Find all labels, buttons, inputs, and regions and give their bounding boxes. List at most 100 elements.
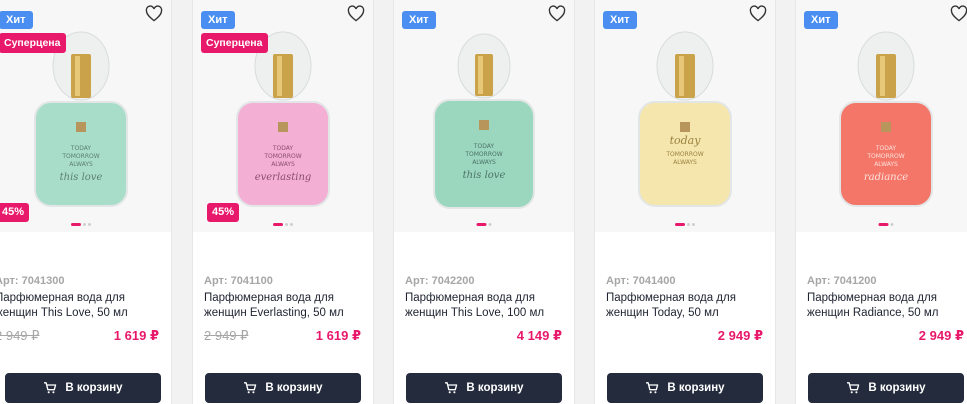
product-image-area[interactable]: Хит Суперцена TODAY TOMORROW ALWAYS ever… bbox=[193, 0, 373, 232]
add-to-cart-label: В корзину bbox=[265, 382, 323, 394]
product-image-area[interactable]: Хит TODAY TOMORROW ALWAYS radiance bbox=[796, 0, 967, 232]
bottle-label-line: TODAY bbox=[70, 145, 92, 152]
carousel-dot-active[interactable] bbox=[273, 223, 283, 226]
bottle-label-line: ALWAYS bbox=[69, 161, 93, 168]
heart-icon[interactable] bbox=[749, 5, 767, 22]
heart-icon[interactable] bbox=[145, 5, 163, 22]
product-card[interactable]: Хит Суперцена TODAY TOMORROW ALWAYS ever… bbox=[192, 0, 374, 404]
current-price: 4 149 ₽ bbox=[516, 328, 562, 343]
carousel-dot-active[interactable] bbox=[71, 223, 81, 226]
bottle-label-line: ALWAYS bbox=[271, 161, 295, 168]
image-carousel-dots[interactable] bbox=[878, 223, 894, 226]
super-price-badge: Суперцена bbox=[201, 33, 268, 53]
carousel-dot-active[interactable] bbox=[675, 223, 685, 226]
bottle-label-line: TODAY bbox=[875, 145, 897, 152]
heart-icon[interactable] bbox=[950, 5, 967, 22]
perfume-bottle-image: TODAY TOMORROW ALWAYS radiance bbox=[839, 31, 933, 207]
bottle-label-line: TODAY bbox=[473, 143, 495, 150]
price-row: 2 949 ₽ bbox=[807, 328, 964, 344]
current-price: 2 949 ₽ bbox=[717, 328, 763, 343]
add-to-cart-button[interactable]: В корзину bbox=[808, 373, 964, 403]
carousel-dot[interactable] bbox=[687, 223, 690, 226]
bottle-script-label: this love bbox=[463, 170, 506, 181]
bottle-script-label: everlasting bbox=[255, 172, 312, 183]
bottle-label-line: TOMORROW bbox=[61, 153, 99, 160]
product-title[interactable]: Парфюмерная вода для женщин This Love, 5… bbox=[0, 291, 167, 321]
current-price: 1 619 ₽ bbox=[315, 328, 361, 343]
bottle-label-line: TOMORROW bbox=[263, 153, 301, 160]
product-image-area[interactable]: Хит today TOMORROW ALWAYS bbox=[595, 0, 775, 232]
carousel-dot-active[interactable] bbox=[878, 223, 889, 226]
image-carousel-dots[interactable] bbox=[476, 223, 492, 226]
carousel-dot[interactable] bbox=[83, 223, 86, 226]
shopping-cart-icon bbox=[44, 382, 57, 394]
product-row: Хит Суперцена TODAY TOMORROW ALWAYS this… bbox=[0, 0, 967, 404]
hit-badge: Хит bbox=[603, 11, 637, 29]
price-row: 2 949 ₽ 1 619 ₽ bbox=[204, 328, 361, 344]
heart-icon[interactable] bbox=[548, 5, 566, 22]
image-carousel-dots[interactable] bbox=[675, 223, 695, 226]
add-to-cart-button[interactable]: В корзину bbox=[406, 373, 562, 403]
product-title[interactable]: Парфюмерная вода для женщин Radiance, 50… bbox=[807, 291, 967, 321]
image-carousel-dots[interactable] bbox=[273, 223, 293, 226]
product-title[interactable]: Парфюмерная вода для женщин Everlasting,… bbox=[204, 291, 376, 321]
add-to-cart-label: В корзину bbox=[65, 382, 123, 394]
product-sku: Арт: 7041200 bbox=[807, 275, 877, 287]
bottle-label-line: TOMORROW bbox=[464, 151, 502, 158]
bottle-script-label: today bbox=[670, 134, 702, 147]
add-to-cart-label: В корзину bbox=[466, 382, 524, 394]
product-card[interactable]: Хит TODAY TOMORROW ALWAYS this love Арт:… bbox=[393, 0, 575, 404]
perfume-bottle-image: TODAY TOMORROW ALWAYS this love bbox=[433, 33, 535, 209]
bottle-label-line: ALWAYS bbox=[673, 159, 697, 166]
carousel-dot[interactable] bbox=[890, 223, 894, 226]
shopping-cart-icon bbox=[244, 382, 257, 394]
bottle-label-line: ALWAYS bbox=[874, 161, 898, 168]
carousel-dot[interactable] bbox=[692, 223, 695, 226]
add-to-cart-button[interactable]: В корзину bbox=[607, 373, 763, 403]
carousel-dot[interactable] bbox=[88, 223, 91, 226]
badges: Хит Суперцена bbox=[201, 11, 268, 53]
product-image-area[interactable]: Хит Суперцена TODAY TOMORROW ALWAYS this… bbox=[0, 0, 171, 232]
add-to-cart-button[interactable]: В корзину bbox=[5, 373, 161, 403]
discount-badge: 45% bbox=[207, 203, 240, 222]
bottle-label-line: TODAY bbox=[272, 145, 294, 152]
hit-badge: Хит bbox=[804, 11, 838, 29]
bottle-label-line: ALWAYS bbox=[472, 159, 496, 166]
bottle-script-label: this love bbox=[60, 172, 103, 183]
hit-badge: Хит bbox=[402, 11, 436, 29]
add-to-cart-label: В корзину bbox=[667, 382, 725, 394]
carousel-dot[interactable] bbox=[488, 223, 492, 226]
perfume-bottle-image: today TOMORROW ALWAYS bbox=[638, 31, 732, 207]
image-carousel-dots[interactable] bbox=[71, 223, 91, 226]
product-card[interactable]: Хит Суперцена TODAY TOMORROW ALWAYS this… bbox=[0, 0, 172, 404]
add-to-cart-label: В корзину bbox=[868, 382, 926, 394]
badges: Хит Суперцена bbox=[0, 11, 66, 53]
shopping-cart-icon bbox=[646, 382, 659, 394]
old-price: 2 949 ₽ bbox=[204, 328, 249, 343]
carousel-dot[interactable] bbox=[290, 223, 293, 226]
product-sku: Арт: 7041300 bbox=[0, 275, 65, 287]
carousel-dot[interactable] bbox=[285, 223, 288, 226]
product-sku: Арт: 7042200 bbox=[405, 275, 475, 287]
carousel-dot-active[interactable] bbox=[476, 223, 487, 226]
product-card[interactable]: Хит today TOMORROW ALWAYS Арт: 7041400 П… bbox=[594, 0, 776, 404]
product-sku: Арт: 7041400 bbox=[606, 275, 676, 287]
super-price-badge: Суперцена bbox=[0, 33, 66, 53]
current-price: 2 949 ₽ bbox=[918, 328, 964, 343]
shopping-cart-icon bbox=[445, 382, 458, 394]
product-card[interactable]: Хит TODAY TOMORROW ALWAYS radiance Арт: … bbox=[795, 0, 967, 404]
current-price: 1 619 ₽ bbox=[113, 328, 159, 343]
price-row: 4 149 ₽ bbox=[405, 328, 562, 344]
perfume-bottle-image: TODAY TOMORROW ALWAYS everlasting bbox=[236, 31, 330, 207]
add-to-cart-button[interactable]: В корзину bbox=[205, 373, 361, 403]
product-image-area[interactable]: Хит TODAY TOMORROW ALWAYS this love bbox=[394, 0, 574, 232]
hit-badge: Хит bbox=[201, 11, 235, 29]
price-row: 2 949 ₽ 1 619 ₽ bbox=[0, 328, 159, 344]
product-title[interactable]: Парфюмерная вода для женщин This Love, 1… bbox=[405, 291, 577, 321]
discount-badge: 45% bbox=[0, 203, 30, 222]
badges: Хит bbox=[402, 11, 436, 29]
product-title[interactable]: Парфюмерная вода для женщин Today, 50 мл bbox=[606, 291, 778, 321]
price-row: 2 949 ₽ bbox=[606, 328, 763, 344]
heart-icon[interactable] bbox=[347, 5, 365, 22]
shopping-cart-icon bbox=[847, 382, 860, 394]
